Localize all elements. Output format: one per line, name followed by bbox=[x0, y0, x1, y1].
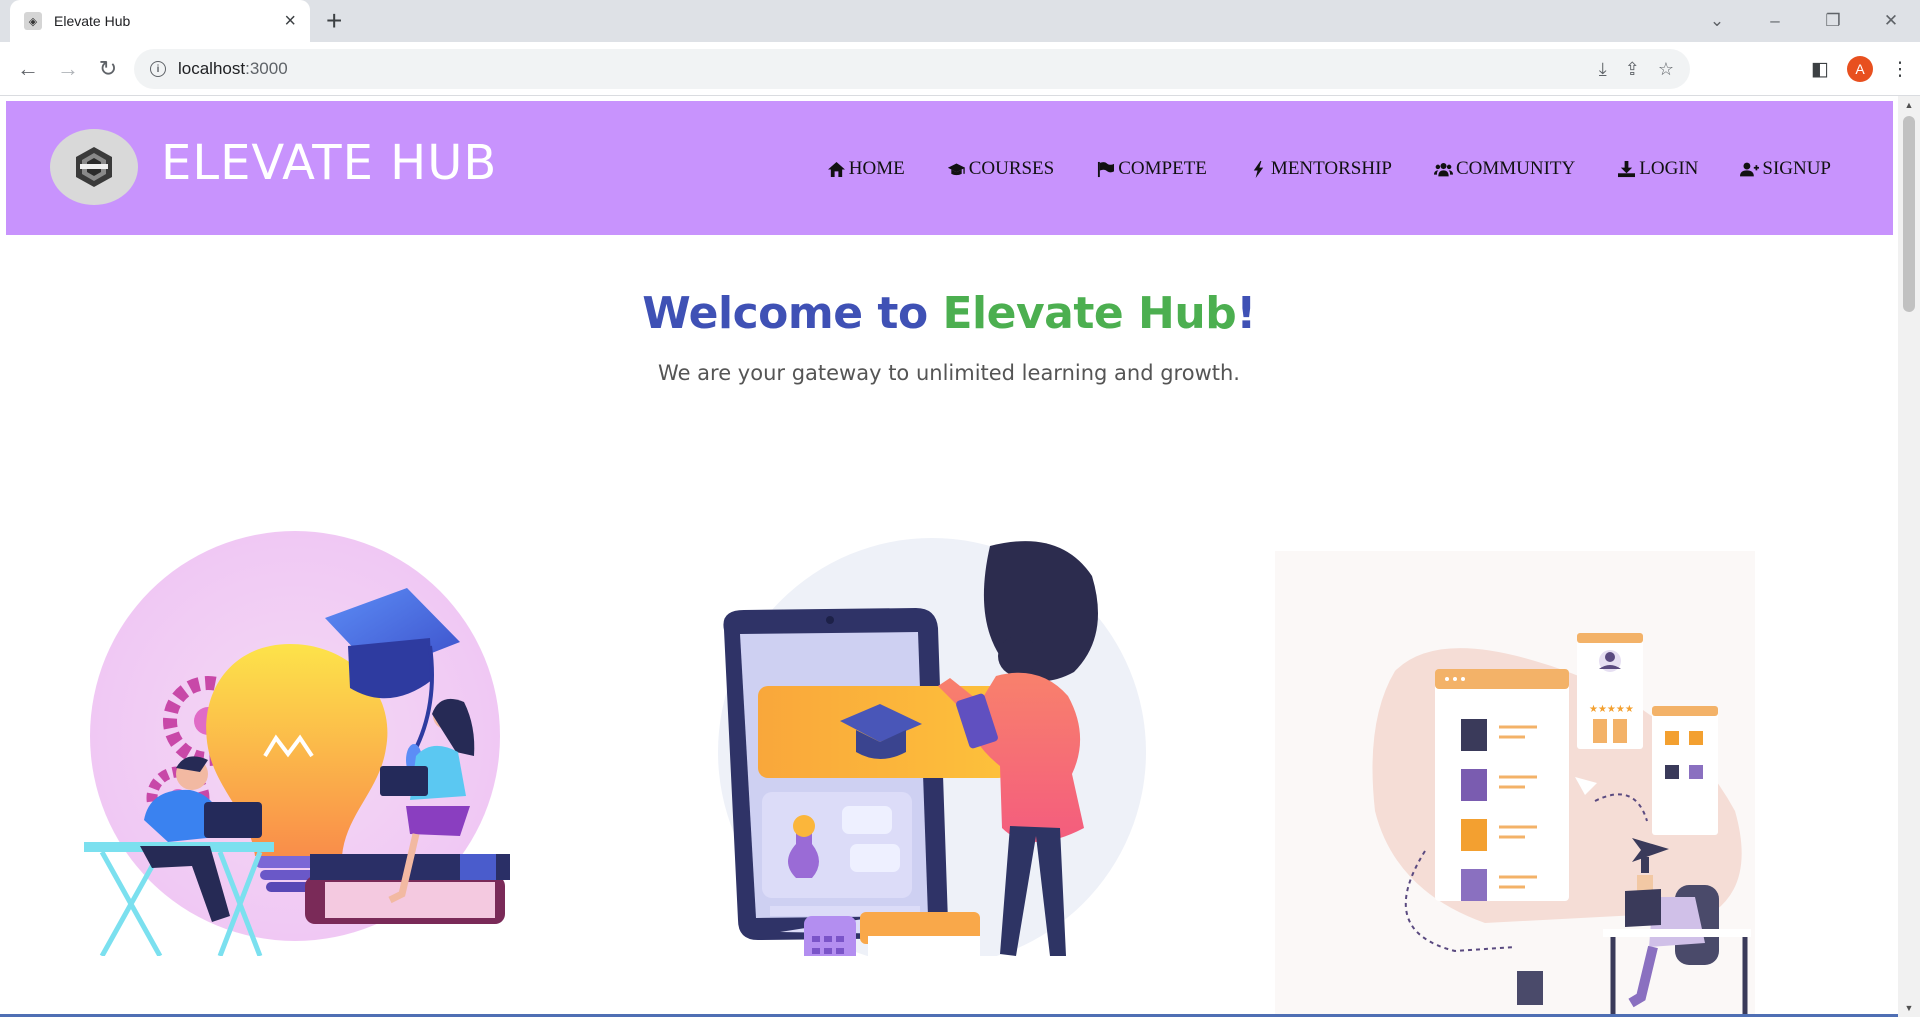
browser-tabstrip: ◈ Elevate Hub × + ⌄ – ❐ ✕ bbox=[0, 0, 1920, 42]
nav-courses-label: COURSES bbox=[968, 158, 1055, 179]
side-panel-icon[interactable]: ◧ bbox=[1800, 58, 1840, 81]
nav-home-label: HOME bbox=[848, 158, 905, 179]
address-bar[interactable]: i localhost:3000 ⤓ ⇪ ☆ bbox=[134, 49, 1690, 89]
page-viewport: ELEVATE HUB HOME COURSES COMPETE MENTORS… bbox=[0, 96, 1898, 1017]
new-tab-button[interactable]: + bbox=[326, 4, 342, 38]
svg-text:★★★★★: ★★★★★ bbox=[1589, 704, 1634, 715]
main-menu: HOME COURSES COMPETE MENTORSHIP COMMUNIT… bbox=[827, 158, 1831, 180]
scrollbar-thumb[interactable] bbox=[1903, 116, 1915, 312]
nav-compete[interactable]: COMPETE bbox=[1096, 158, 1207, 180]
scroll-down-icon[interactable]: ▼ bbox=[1898, 999, 1920, 1017]
nav-signup[interactable]: SIGNUP bbox=[1740, 158, 1831, 180]
restore-button[interactable]: ❐ bbox=[1804, 11, 1862, 31]
site-logo[interactable] bbox=[50, 129, 138, 205]
page-scrollbar[interactable]: ▲ ▼ bbox=[1898, 96, 1920, 1017]
site-navbar: ELEVATE HUB HOME COURSES COMPETE MENTORS… bbox=[6, 101, 1893, 235]
forward-button[interactable]: → bbox=[52, 53, 84, 85]
online-course-tablet-illustration bbox=[718, 538, 1146, 956]
install-icon[interactable]: ⤓ bbox=[1599, 59, 1607, 80]
minimize-button[interactable]: – bbox=[1746, 11, 1804, 31]
user-plus-icon bbox=[1740, 162, 1760, 176]
browser-tab[interactable]: ◈ Elevate Hub × bbox=[10, 0, 310, 42]
nav-login[interactable]: LOGIN bbox=[1617, 158, 1698, 180]
window-controls: ⌄ – ❐ ✕ bbox=[1688, 0, 1920, 42]
menu-kebab-icon[interactable]: ⋮ bbox=[1880, 58, 1920, 81]
digital-library-illustration: ★★★★★ bbox=[1275, 551, 1755, 1016]
browser-toolbar: ← → ↻ i localhost:3000 ⤓ ⇪ ☆ ◧ A ⋮ bbox=[0, 42, 1920, 96]
nav-mentorship-label: MENTORSHIP bbox=[1270, 158, 1392, 179]
hero-title: Welcome to Elevate Hub! bbox=[642, 288, 1256, 339]
tab-search-icon[interactable]: ⌄ bbox=[1688, 11, 1746, 31]
hero-subtitle: We are your gateway to unlimited learnin… bbox=[658, 361, 1240, 385]
nav-home[interactable]: HOME bbox=[827, 158, 905, 180]
tab-title: Elevate Hub bbox=[54, 13, 131, 29]
brand-title[interactable]: ELEVATE HUB bbox=[161, 135, 497, 191]
share-icon[interactable]: ⇪ bbox=[1625, 59, 1640, 80]
bolt-icon bbox=[1253, 160, 1264, 178]
nav-community-label: COMMUNITY bbox=[1455, 158, 1576, 179]
nav-mentorship[interactable]: MENTORSHIP bbox=[1249, 158, 1392, 180]
profile-avatar[interactable]: A bbox=[1847, 56, 1873, 82]
url-text: localhost:3000 bbox=[178, 59, 288, 78]
users-icon bbox=[1433, 162, 1453, 176]
reload-button[interactable]: ↻ bbox=[92, 53, 124, 85]
graduation-cap-icon bbox=[947, 162, 965, 175]
close-window-button[interactable]: ✕ bbox=[1862, 11, 1920, 31]
scroll-up-icon[interactable]: ▲ bbox=[1898, 96, 1920, 114]
favicon-icon: ◈ bbox=[24, 12, 42, 30]
nav-courses[interactable]: COURSES bbox=[947, 158, 1055, 180]
close-tab-icon[interactable]: × bbox=[284, 11, 296, 31]
nav-signup-label: SIGNUP bbox=[1762, 158, 1831, 179]
site-info-icon[interactable]: i bbox=[150, 61, 166, 77]
bookmark-star-icon[interactable]: ☆ bbox=[1658, 59, 1674, 80]
logo-emblem-icon bbox=[76, 147, 112, 187]
nav-compete-label: COMPETE bbox=[1118, 158, 1207, 179]
nav-login-label: LOGIN bbox=[1639, 158, 1699, 179]
back-button[interactable]: ← bbox=[12, 53, 44, 85]
download-icon bbox=[1618, 160, 1636, 177]
home-icon bbox=[827, 161, 845, 177]
nav-community[interactable]: COMMUNITY bbox=[1433, 158, 1576, 180]
flag-icon bbox=[1098, 161, 1115, 177]
lightbulb-learning-illustration bbox=[84, 531, 510, 956]
